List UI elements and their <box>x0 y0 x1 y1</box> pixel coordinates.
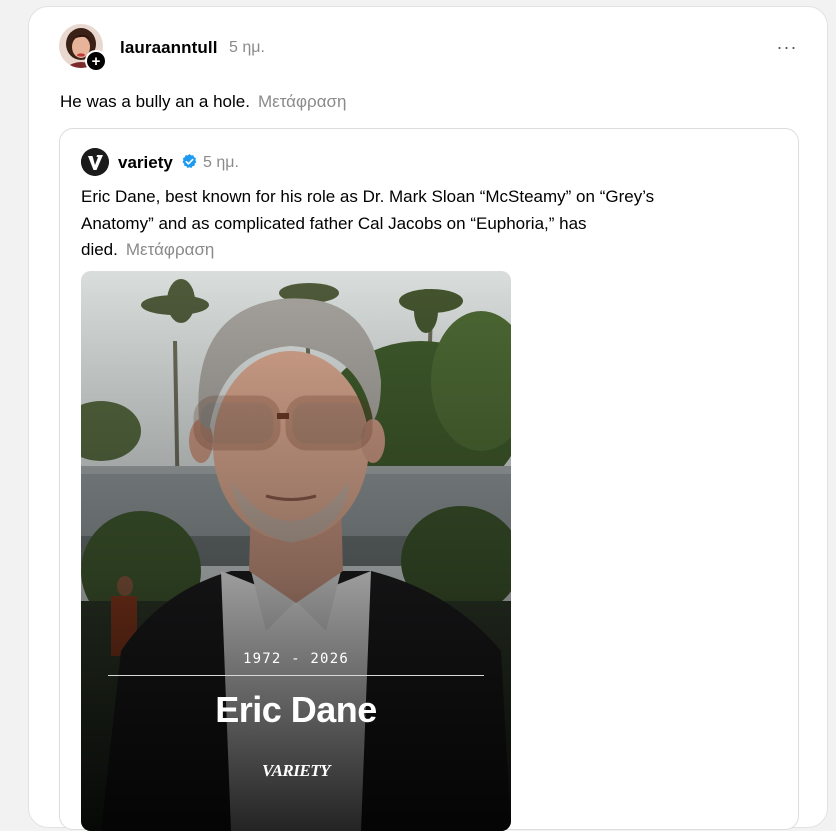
post-text: He was a bully an a hole. <box>60 92 250 111</box>
media-image[interactable]: 1972 - 2026 Eric Dane VARIETY <box>81 271 511 831</box>
more-options-icon[interactable]: ··· <box>775 37 799 57</box>
follow-plus-icon[interactable]: + <box>85 50 107 72</box>
quoted-username[interactable]: variety <box>118 153 173 173</box>
post-card: + lauraanntull 5 ημ. ··· He was a bully … <box>28 6 828 831</box>
variety-logo-icon[interactable] <box>81 148 109 176</box>
quoted-post[interactable]: variety 5 ημ. Eric Dane, best known for … <box>59 128 799 831</box>
translate-link[interactable]: Μετάφραση <box>258 92 347 111</box>
media-years: 1972 - 2026 <box>243 651 349 667</box>
verified-badge-icon <box>182 154 197 168</box>
quoted-body: Eric Dane, best known for his role as Dr… <box>81 184 721 264</box>
media-divider <box>108 675 484 676</box>
media-title: Eric Dane <box>215 689 377 730</box>
variety-wordmark: VARIETY <box>262 761 330 780</box>
author-avatar[interactable]: + <box>59 24 107 72</box>
quoted-translate-link[interactable]: Μετάφραση <box>126 240 215 259</box>
post-body: He was a bully an a hole. Μετάφραση <box>60 92 346 112</box>
quoted-time[interactable]: 5 ημ. <box>203 154 239 172</box>
author-username[interactable]: lauraanntull <box>120 38 218 58</box>
portrait-photo <box>81 271 511 831</box>
post-time[interactable]: 5 ημ. <box>229 39 265 57</box>
